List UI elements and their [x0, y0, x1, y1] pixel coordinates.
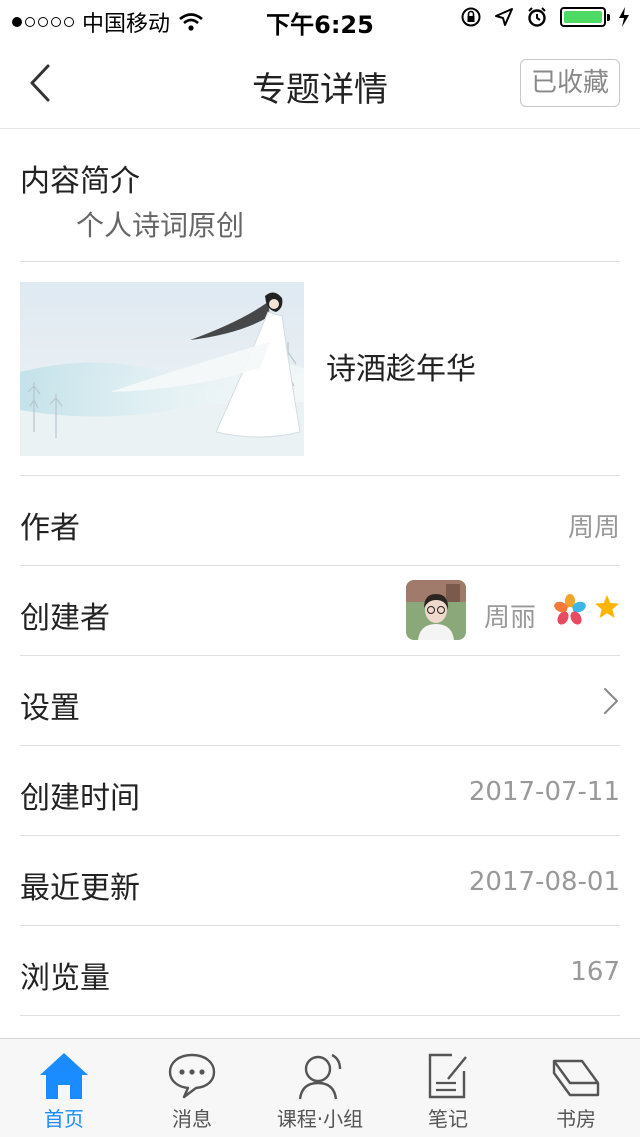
- created-time-value: 2017-07-11: [468, 777, 620, 807]
- tab-bar: 首页 消息 课程·小组 笔记 书房: [0, 1038, 640, 1137]
- status-right: [460, 6, 630, 28]
- books-icon: [552, 1059, 600, 1097]
- note-icon: [428, 1053, 467, 1099]
- status-bar: 中国移动 下午6:25: [0, 0, 640, 40]
- tab-notes[interactable]: 笔记: [384, 1039, 512, 1137]
- cover-image[interactable]: [20, 282, 304, 456]
- intro-text: 个人诗词原创: [76, 209, 245, 242]
- rotation-lock-icon: [461, 7, 481, 27]
- chevron-right-icon: [604, 688, 618, 714]
- location-arrow-icon: [495, 8, 513, 26]
- content-intro-section: 内容简介 个人诗词原创: [20, 128, 620, 262]
- updated-time-row: 最近更新 2017-08-01: [20, 836, 620, 926]
- cover-row: 诗酒趁年华: [20, 262, 620, 476]
- tab-label: 消息: [172, 1107, 212, 1131]
- updated-time-value: 2017-08-01: [468, 867, 620, 897]
- tab-courses-groups[interactable]: 课程·小组: [256, 1039, 384, 1137]
- author-row: 作者 周周: [20, 476, 620, 566]
- author-label: 作者: [20, 511, 80, 546]
- flower-badge-icon: [554, 594, 586, 625]
- chat-bubble-icon: [168, 1053, 216, 1099]
- tab-label: 书房: [556, 1107, 596, 1131]
- creator-label: 创建者: [20, 601, 110, 636]
- navigation-bar: 专题详情 已收藏: [0, 40, 640, 129]
- favorite-button[interactable]: 已收藏: [520, 59, 620, 107]
- person-icon: [298, 1053, 342, 1100]
- updated-time-label: 最近更新: [20, 871, 140, 906]
- battery-icon: [560, 7, 610, 27]
- cover-title: 诗酒趁年华: [326, 352, 476, 387]
- settings-row[interactable]: 设置: [20, 656, 620, 746]
- views-row: 浏览量 167: [20, 926, 620, 1016]
- author-value: 周周: [567, 513, 620, 543]
- star-badge-icon: [595, 595, 619, 618]
- creator-name: 周丽: [483, 603, 536, 633]
- created-time-label: 创建时间: [20, 781, 140, 816]
- tab-label: 首页: [44, 1107, 84, 1131]
- intro-heading: 内容简介: [20, 164, 140, 199]
- created-time-row: 创建时间 2017-07-11: [20, 746, 620, 836]
- tab-home[interactable]: 首页: [0, 1039, 128, 1137]
- tab-messages[interactable]: 消息: [128, 1039, 256, 1137]
- tab-label: 笔记: [428, 1107, 468, 1131]
- creator-row[interactable]: 创建者 周丽: [20, 566, 620, 656]
- tab-label: 课程·小组: [276, 1107, 364, 1131]
- alarm-icon: [528, 7, 546, 27]
- avatar[interactable]: [406, 580, 466, 640]
- settings-label: 设置: [20, 691, 80, 726]
- views-value: 167: [570, 957, 620, 987]
- tab-library[interactable]: 书房: [512, 1039, 640, 1137]
- charging-bolt-icon: [619, 7, 629, 27]
- views-label: 浏览量: [20, 961, 110, 996]
- home-icon: [40, 1053, 88, 1099]
